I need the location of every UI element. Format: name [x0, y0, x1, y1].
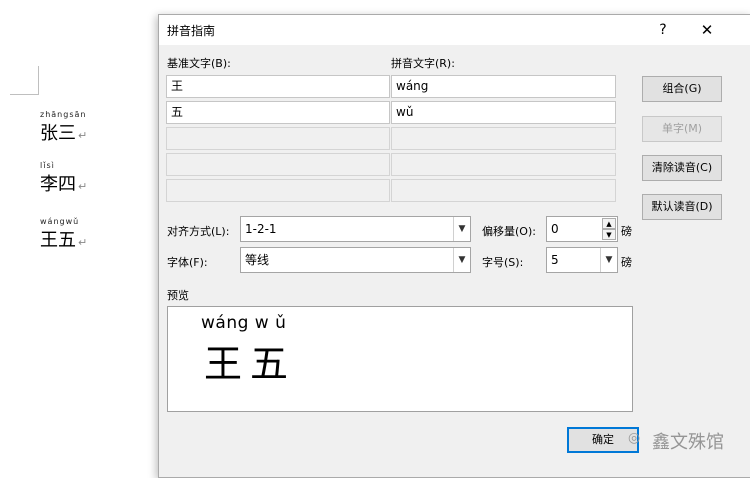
dialog-title: 拼音指南	[167, 24, 216, 38]
chevron-down-icon[interactable]: ▼	[453, 217, 470, 241]
doc-base-text: 李四	[40, 174, 76, 195]
ruby-text-header: 拼音文字(R):	[391, 57, 455, 70]
base-text-input-4	[166, 153, 390, 176]
chevron-down-icon[interactable]: ▼	[453, 248, 470, 272]
alignment-label: 对齐方式(L):	[167, 225, 230, 238]
ruby-text-input-4	[391, 153, 616, 176]
alignment-select[interactable]: 1-2-1 ▼	[240, 216, 471, 242]
doc-base-text: 张三	[40, 123, 76, 144]
base-text-input-5	[166, 179, 390, 202]
offset-input[interactable]: 0 ▲ ▼	[546, 216, 618, 242]
ruby-text-input-1[interactable]: wáng	[391, 75, 616, 98]
preview-base-text: 王五	[204, 342, 297, 386]
paragraph-mark-icon: ↵	[78, 236, 88, 249]
spin-up-icon[interactable]: ▲	[602, 218, 616, 229]
doc-line-1[interactable]: zhāngsān 张三 ↵	[40, 110, 87, 145]
dialog-titlebar[interactable]: 拼音指南 ? ✕	[159, 15, 750, 45]
close-button[interactable]: ✕	[695, 19, 719, 41]
watermark-text: 鑫文殊馆	[652, 432, 724, 453]
chevron-down-icon[interactable]: ▼	[600, 248, 617, 272]
base-text-header: 基准文字(B):	[167, 57, 231, 70]
base-text-input-1[interactable]: 王	[166, 75, 390, 98]
paragraph-mark-icon: ↵	[78, 180, 88, 193]
offset-label: 偏移量(O):	[482, 225, 536, 238]
base-text-input-3	[166, 127, 390, 150]
doc-ruby-text: lǐsì	[40, 161, 55, 170]
font-value: 等线	[245, 253, 270, 267]
preview-pane: wáng w ǔ 王五	[167, 306, 633, 412]
margin-marker	[10, 94, 38, 95]
margin-marker-vertical	[38, 66, 39, 95]
mono-button: 单字(M)	[642, 116, 722, 142]
spin-down-icon[interactable]: ▼	[602, 229, 616, 240]
size-value: 5	[551, 253, 559, 267]
paragraph-mark-icon: ↵	[78, 129, 88, 142]
ruby-text-input-2[interactable]: wǔ	[391, 101, 616, 124]
phonetic-guide-dialog: 拼音指南 ? ✕ 基准文字(B): 拼音文字(R): 王 wáng 五 wǔ 组…	[158, 14, 750, 478]
size-select[interactable]: 5 ▼	[546, 247, 618, 273]
doc-line-2[interactable]: lǐsì 李四 ↵	[40, 161, 87, 196]
doc-line-3[interactable]: wángwǔ 王五 ↵	[40, 217, 87, 252]
preview-ruby-text: wáng w ǔ	[201, 313, 287, 333]
base-text-input-2[interactable]: 五	[166, 101, 390, 124]
help-button[interactable]: ?	[653, 19, 673, 41]
default-reading-button[interactable]: 默认读音(D)	[642, 194, 722, 220]
preview-label: 预览	[167, 289, 189, 302]
offset-unit: 磅	[621, 225, 632, 238]
size-unit: 磅	[621, 256, 632, 269]
doc-ruby-text: zhāngsān	[40, 110, 87, 119]
alignment-value: 1-2-1	[245, 222, 277, 236]
font-label: 字体(F):	[167, 256, 208, 269]
ruby-text-input-5	[391, 179, 616, 202]
offset-value: 0	[551, 222, 559, 236]
doc-ruby-text: wángwǔ	[40, 217, 80, 226]
wechat-icon: ◎	[628, 430, 641, 446]
doc-base-text: 王五	[40, 230, 76, 251]
group-button[interactable]: 组合(G)	[642, 76, 722, 102]
size-label: 字号(S):	[482, 256, 524, 269]
ruby-text-input-3	[391, 127, 616, 150]
clear-reading-button[interactable]: 清除读音(C)	[642, 155, 722, 181]
font-select[interactable]: 等线 ▼	[240, 247, 471, 273]
